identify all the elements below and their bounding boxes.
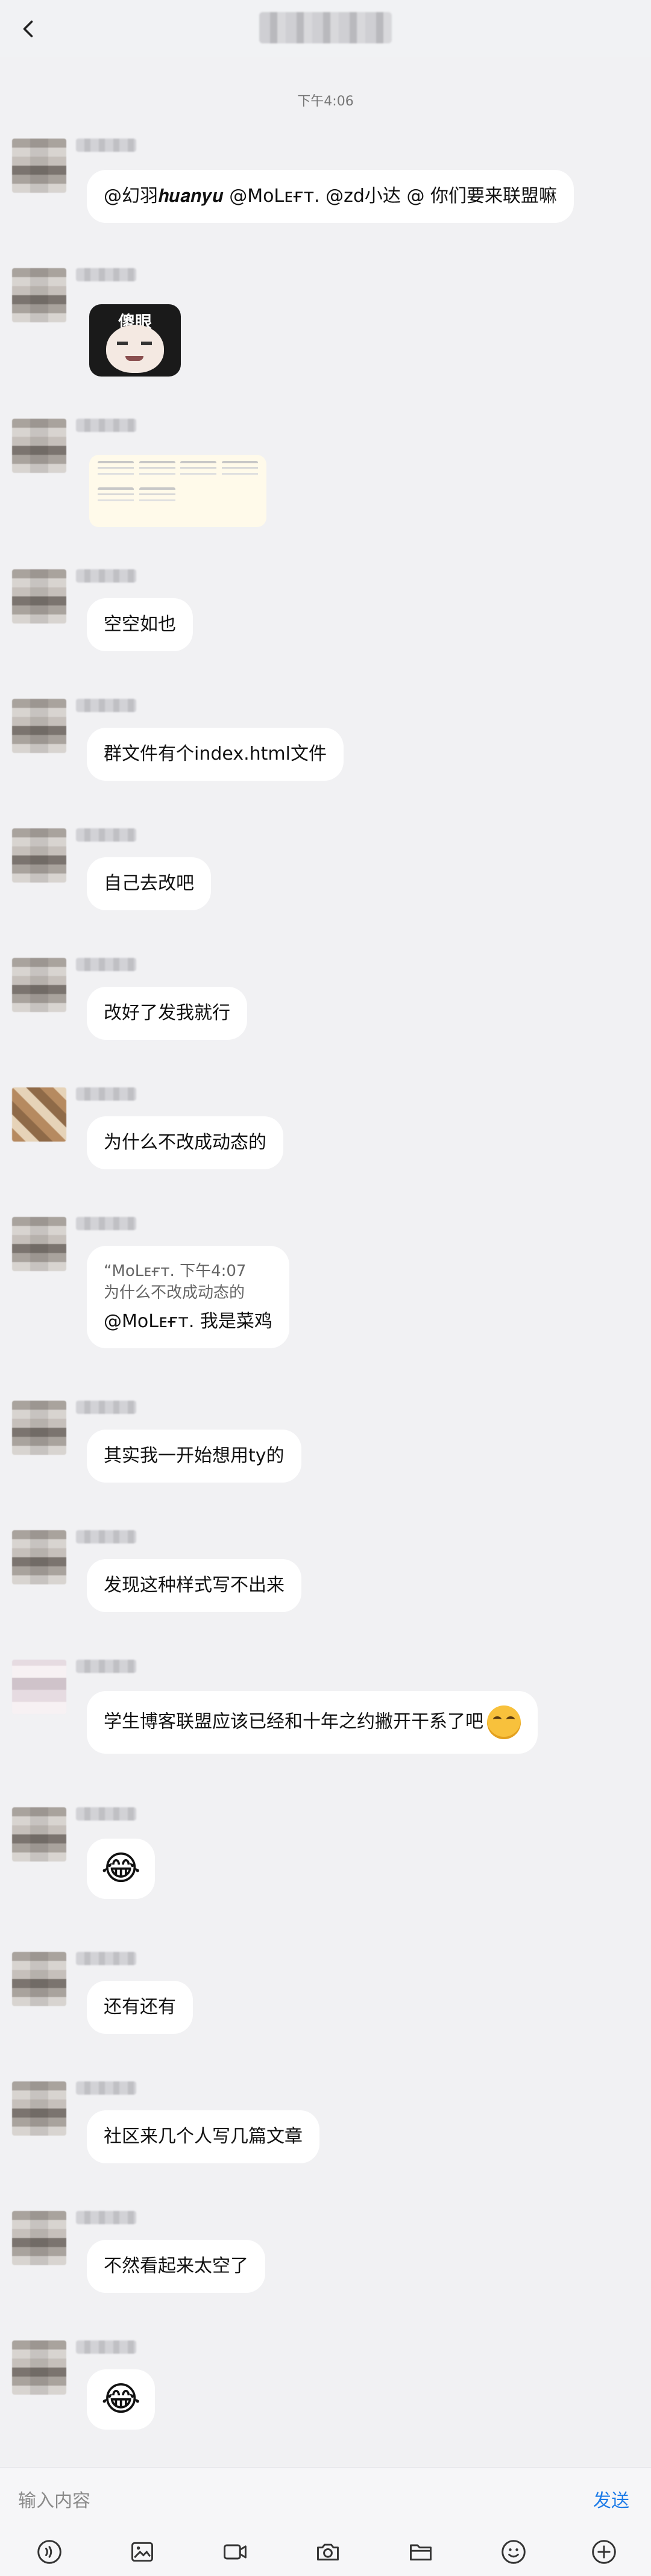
- voice-icon[interactable]: [34, 2537, 65, 2566]
- avatar[interactable]: [12, 1660, 66, 1714]
- sender-name: [76, 1401, 136, 1414]
- avatar[interactable]: [12, 569, 66, 624]
- sender-name: [76, 419, 136, 432]
- avatar[interactable]: [12, 1807, 66, 1862]
- chevron-left-icon: [23, 20, 33, 37]
- avatar[interactable]: [12, 2340, 66, 2395]
- sender-name: [76, 1807, 136, 1821]
- message-bubble[interactable]: 群文件有个index.html文件: [87, 728, 344, 781]
- reply-text: @MᴏLᴇғᴛ. 我是菜鸡: [104, 1311, 272, 1332]
- sender-name: [76, 1217, 136, 1230]
- sender-name: [76, 828, 136, 842]
- back-button[interactable]: [11, 11, 47, 47]
- sender-name: [76, 1087, 136, 1101]
- chat-title: [259, 12, 392, 43]
- sender-name: [76, 1530, 136, 1543]
- message-bubble[interactable]: 其实我一开始想用ty的: [87, 1430, 301, 1483]
- message-input[interactable]: 输入内容: [18, 2486, 90, 2512]
- input-toolbar: [0, 2528, 651, 2576]
- shared-image-card[interactable]: [89, 455, 266, 527]
- message-bubble[interactable]: 学生博客联盟应该已经和十年之约撇开干系了吧: [87, 1691, 538, 1754]
- avatar[interactable]: [12, 2211, 66, 2265]
- camera-icon[interactable]: [312, 2537, 344, 2566]
- folder-icon[interactable]: [405, 2537, 436, 2566]
- message-bubble[interactable]: 还有还有: [87, 1981, 193, 2034]
- sender-name: [76, 139, 136, 152]
- quote-author: “MᴏLᴇғᴛ. 下午4:07: [104, 1262, 247, 1280]
- plus-icon[interactable]: [588, 2537, 620, 2566]
- avatar[interactable]: [12, 139, 66, 193]
- emoji-bubble[interactable]: 😂: [87, 2369, 156, 2430]
- send-button[interactable]: 发送: [593, 2486, 629, 2512]
- message-bubble[interactable]: 不然看起来太空了: [87, 2240, 265, 2293]
- avatar[interactable]: [12, 1530, 66, 1584]
- sender-name: [76, 569, 136, 583]
- sender-name: [76, 699, 136, 712]
- avatar[interactable]: [12, 2081, 66, 2136]
- avatar[interactable]: [12, 828, 66, 883]
- message-bubble[interactable]: 社区来几个人写几篇文章: [87, 2110, 319, 2163]
- face-icon: [106, 325, 164, 373]
- message-bubble[interactable]: 发现这种样式写不出来: [87, 1559, 301, 1612]
- sender-name: [76, 268, 136, 281]
- message-bubble[interactable]: @幻羽𝒉𝒖𝒂𝒏𝒚𝒖 @MᴏLᴇғᴛ. @zd小达 @ 你们要来联盟嘛: [87, 170, 574, 223]
- avatar[interactable]: [12, 1217, 66, 1271]
- message-input-bar: 输入内容 发送: [0, 2467, 651, 2528]
- video-icon[interactable]: [219, 2537, 251, 2566]
- avatar[interactable]: [12, 419, 66, 473]
- avatar[interactable]: [12, 268, 66, 322]
- message-text: 学生博客联盟应该已经和十年之约撇开干系了吧: [104, 1711, 483, 1733]
- avatar[interactable]: [12, 699, 66, 753]
- avatar[interactable]: [12, 958, 66, 1012]
- sticker-image[interactable]: 傻眼: [89, 304, 181, 377]
- emoji-icon[interactable]: [498, 2537, 529, 2566]
- sender-name: [76, 1952, 136, 1965]
- avatar[interactable]: [12, 1401, 66, 1455]
- avatar[interactable]: [12, 1087, 66, 1142]
- grin-emoji-icon: [487, 1705, 521, 1739]
- quote-text: 为什么不改成动态的: [104, 1284, 245, 1302]
- sender-name: [76, 2081, 136, 2095]
- sender-name: [76, 2340, 136, 2354]
- message-bubble[interactable]: 改好了发我就行: [87, 987, 247, 1040]
- message-bubble[interactable]: 自己去改吧: [87, 857, 211, 910]
- time-divider: 下午4:06: [297, 94, 354, 109]
- reply-bubble[interactable]: “MᴏLᴇғᴛ. 下午4:07 为什么不改成动态的 @MᴏLᴇғᴛ. 我是菜鸡: [87, 1246, 289, 1348]
- image-icon[interactable]: [127, 2537, 158, 2566]
- avatar[interactable]: [12, 1952, 66, 2006]
- message-bubble[interactable]: 空空如也: [87, 598, 193, 651]
- sender-name: [76, 958, 136, 971]
- message-bubble[interactable]: 为什么不改成动态的: [87, 1116, 283, 1169]
- sender-name: [76, 2211, 136, 2224]
- sender-name: [76, 1660, 136, 1673]
- emoji-bubble[interactable]: 😂: [87, 1839, 156, 1899]
- chat-header: [0, 0, 651, 57]
